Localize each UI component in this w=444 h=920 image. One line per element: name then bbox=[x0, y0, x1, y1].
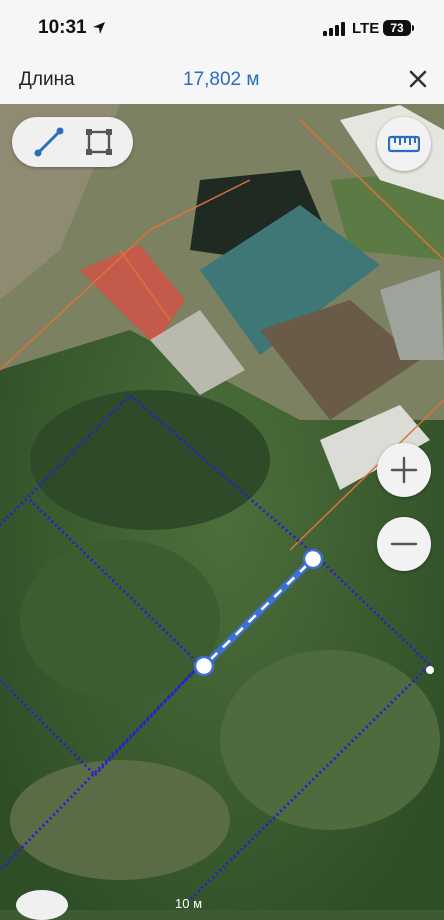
zoom-out-button[interactable] bbox=[377, 517, 431, 571]
zoom-in-button[interactable] bbox=[377, 443, 431, 497]
plus-icon bbox=[390, 456, 418, 484]
ruler-icon bbox=[388, 135, 420, 153]
status-time: 10:31 bbox=[38, 17, 87, 38]
measure-end-handle[interactable] bbox=[302, 548, 324, 570]
measure-mode-title: Длина bbox=[19, 69, 75, 90]
location-arrow-icon bbox=[93, 22, 105, 34]
signal-icon bbox=[323, 22, 345, 36]
square-icon[interactable] bbox=[82, 125, 116, 159]
measure-value: 17,802 м bbox=[183, 69, 260, 90]
close-icon[interactable] bbox=[404, 65, 432, 93]
vegetation bbox=[30, 390, 270, 530]
satellite-map[interactable] bbox=[0, 104, 444, 910]
network-type: LTE bbox=[352, 20, 380, 37]
battery-icon: 73 bbox=[383, 20, 411, 36]
measure-tool-switcher bbox=[12, 117, 133, 167]
line-icon[interactable] bbox=[32, 125, 66, 159]
location-button[interactable] bbox=[16, 890, 68, 920]
vegetation bbox=[10, 760, 230, 880]
minus-icon bbox=[390, 542, 418, 546]
ruler-button[interactable] bbox=[377, 117, 431, 171]
vegetation bbox=[220, 650, 440, 830]
measure-header: Длина 17,802 м bbox=[0, 56, 444, 105]
map-canvas bbox=[0, 104, 444, 910]
battery-tip bbox=[412, 25, 414, 31]
map-marker-dot bbox=[426, 666, 434, 674]
measure-start-handle[interactable] bbox=[193, 655, 215, 677]
status-bar: 10:31 LTE 73 bbox=[0, 0, 444, 56]
map-scale-label: 10 м bbox=[175, 896, 203, 911]
